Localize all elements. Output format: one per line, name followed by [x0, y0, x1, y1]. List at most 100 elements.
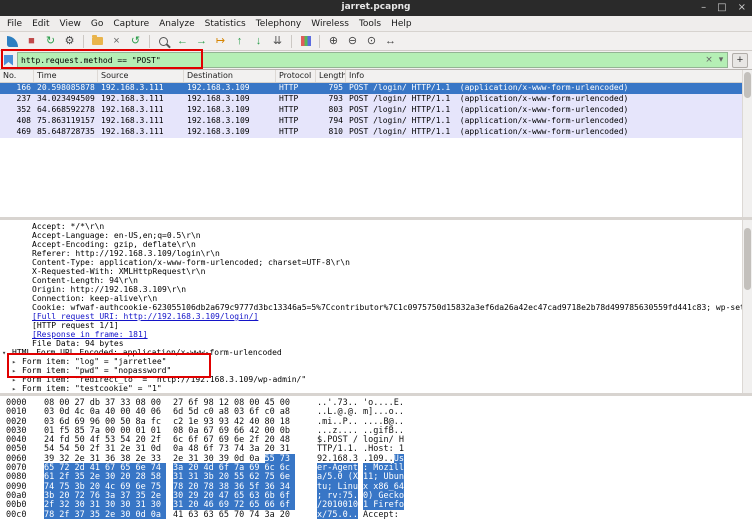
menu-item-view[interactable]: View [55, 18, 86, 30]
detail-line[interactable]: Content-Length: 94\r\n [0, 276, 752, 285]
hex-byte[interactable]: 74 [234, 444, 249, 453]
hex-byte[interactable]: 36 [234, 482, 249, 491]
hex-byte[interactable]: 78 [204, 482, 219, 491]
hex-byte[interactable]: 69 [219, 426, 234, 435]
expand-icon[interactable]: ▸ [12, 376, 22, 384]
hex-byte[interactable]: 31 [173, 472, 188, 481]
go-to-packet-button[interactable]: ↦ [212, 34, 229, 49]
hex-byte[interactable]: 2e [173, 454, 188, 463]
go-first-button[interactable]: ↑ [231, 34, 248, 49]
hex-byte[interactable]: 0a [188, 426, 203, 435]
hex-byte[interactable]: 75 [265, 472, 280, 481]
hex-ascii-char[interactable] [399, 510, 404, 519]
hex-byte[interactable]: 93 [204, 417, 219, 426]
hex-byte[interactable]: 69 [219, 435, 234, 444]
hex-byte[interactable]: c2 [173, 417, 188, 426]
hex-byte[interactable]: 69 [219, 500, 234, 509]
detail-line[interactable]: Referer: http://192.168.3.109/login\r\n [0, 249, 752, 258]
hex-byte[interactable]: 50 [75, 435, 90, 444]
hex-byte[interactable]: 2f [59, 472, 74, 481]
menu-item-analyze[interactable]: Analyze [154, 18, 199, 30]
hex-byte[interactable]: 74 [151, 463, 166, 472]
detail-line[interactable]: [Response in frame: 181] [0, 330, 752, 339]
detail-line[interactable]: ▸Form item: "pwd" = "nopassword" [0, 366, 752, 375]
packet-row[interactable]: 23734.023494509192.168.3.111192.168.3.10… [0, 94, 752, 105]
resize-columns-button[interactable]: ↔ [382, 34, 399, 49]
hex-byte[interactable]: fd [59, 435, 74, 444]
hex-byte[interactable]: a8 [219, 407, 234, 416]
hex-ascii-char[interactable]: . [353, 407, 358, 416]
hex-byte[interactable]: 35 [90, 510, 105, 519]
hex-byte[interactable]: 01 [151, 426, 166, 435]
filter-dropdown-icon[interactable]: ▾ [715, 54, 727, 66]
hex-byte[interactable]: 65 [234, 491, 249, 500]
hex-byte[interactable]: 2f [249, 435, 264, 444]
hex-byte[interactable]: 20 [188, 500, 203, 509]
column-header-info[interactable]: Info [346, 70, 752, 82]
hex-byte[interactable]: 73 [280, 454, 295, 463]
hex-byte[interactable]: 80 [265, 417, 280, 426]
hex-byte[interactable]: 66 [234, 426, 249, 435]
zoom-original-button[interactable]: ⊙ [363, 34, 380, 49]
hex-byte[interactable]: 72 [59, 463, 74, 472]
detail-line[interactable]: ▾HTML Form URL Encoded: application/x-ww… [0, 348, 752, 357]
hex-byte[interactable]: 7a [90, 426, 105, 435]
hex-byte[interactable]: 20 [265, 444, 280, 453]
hex-ascii-char[interactable]: / [353, 435, 358, 444]
hex-byte[interactable]: 01 [136, 426, 151, 435]
menu-item-tools[interactable]: Tools [354, 18, 386, 30]
menu-item-edit[interactable]: Edit [27, 18, 54, 30]
hex-byte[interactable]: 28 [136, 472, 151, 481]
hex-byte[interactable]: 30 [75, 500, 90, 509]
expand-icon[interactable]: ▸ [12, 358, 22, 366]
column-header-time[interactable]: Time [34, 70, 98, 82]
hex-byte[interactable]: 6f [188, 435, 203, 444]
hex-ascii-char[interactable]: . [399, 407, 404, 416]
hex-ascii-char[interactable]: . [399, 398, 404, 407]
hex-byte[interactable]: 30 [173, 491, 188, 500]
menu-item-wireless[interactable]: Wireless [306, 18, 354, 30]
packet-row[interactable]: 40875.863119157192.168.3.111192.168.3.10… [0, 116, 752, 127]
hex-byte[interactable]: 0a [173, 444, 188, 453]
hex-ascii-char[interactable]: . [353, 491, 358, 500]
hex-byte[interactable]: 30 [120, 510, 135, 519]
hex-byte[interactable]: f5 [59, 426, 74, 435]
expand-icon[interactable]: ▸ [12, 367, 22, 375]
hex-byte[interactable]: 46 [204, 500, 219, 509]
hex-byte[interactable]: 36 [105, 454, 120, 463]
hex-ascii-char[interactable]: u [353, 482, 358, 491]
hex-byte[interactable]: 6d [173, 407, 188, 416]
hex-byte[interactable]: c0 [265, 407, 280, 416]
hex-byte[interactable]: 72 [234, 500, 249, 509]
hex-byte[interactable]: 6f [204, 444, 219, 453]
hex-byte[interactable]: 50 [75, 444, 90, 453]
hex-byte[interactable]: 00 [120, 426, 135, 435]
hex-byte[interactable]: 6c [280, 463, 295, 472]
hex-byte[interactable]: 24 [44, 435, 59, 444]
hex-byte[interactable]: 78 [173, 482, 188, 491]
column-header-proto[interactable]: Protocol [276, 70, 316, 82]
hex-byte[interactable]: 33 [151, 454, 166, 463]
hex-byte[interactable]: 2f [90, 444, 105, 453]
hex-byte[interactable]: 76 [90, 491, 105, 500]
reload-button[interactable]: ↺ [127, 34, 144, 49]
detail-line[interactable]: File Data: 94 bytes [0, 339, 752, 348]
hex-byte[interactable]: 75 [151, 482, 166, 491]
filter-bookmark-icon[interactable] [4, 55, 13, 66]
hex-ascii-char[interactable]: 4 [399, 482, 404, 491]
hex-byte[interactable]: 0b [280, 426, 295, 435]
hex-byte[interactable]: 53 [105, 435, 120, 444]
detail-line[interactable]: Accept: */*\r\n [0, 222, 752, 231]
hex-byte[interactable]: 30 [105, 472, 120, 481]
hex-byte[interactable]: 0d [136, 510, 151, 519]
hex-byte[interactable]: 6f [188, 398, 203, 407]
hex-byte[interactable]: 65 [120, 463, 135, 472]
hex-byte[interactable]: 06 [151, 407, 166, 416]
hex-byte[interactable]: 6c [265, 463, 280, 472]
hex-byte[interactable]: 2e [105, 510, 120, 519]
hex-byte[interactable]: 20 [265, 435, 280, 444]
hex-byte[interactable]: 42 [234, 417, 249, 426]
expand-icon[interactable]: ▸ [12, 385, 22, 393]
hex-byte[interactable]: 0d [151, 444, 166, 453]
hex-byte[interactable]: 69 [120, 482, 135, 491]
